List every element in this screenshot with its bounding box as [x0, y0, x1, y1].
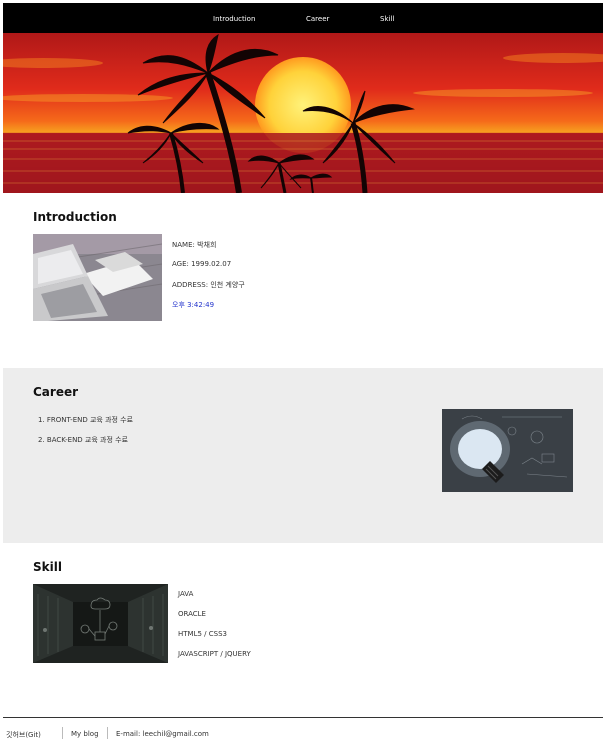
nav-career-link[interactable]: Career	[306, 15, 329, 23]
server-room-photo	[33, 584, 168, 663]
footer-divider	[3, 717, 603, 718]
career-item-label: BACK-END 교육 과정 수료	[46, 436, 129, 444]
skill-item: HTML5 / CSS3	[178, 630, 227, 638]
intro-address: ADDRESS: 인천 계양구	[172, 281, 245, 289]
nav-skill-link[interactable]: Skill	[380, 15, 394, 23]
career-section: Career 1. FRONT-END 교육 과정 수료 2. BACK-END…	[3, 368, 603, 543]
skill-item: ORACLE	[178, 610, 206, 618]
introduction-heading: Introduction	[33, 210, 117, 224]
lightbulb-photo	[442, 409, 573, 492]
intro-age: AGE: 1999.02.07	[172, 260, 232, 268]
laptop-photo	[33, 234, 162, 321]
intro-name: NAME: 박채희	[172, 241, 217, 249]
career-item-label: FRONT-END 교육 과정 수료	[46, 416, 134, 424]
footer-git-link[interactable]: 깃허브(Git)	[6, 730, 41, 740]
hero-sunset-image	[3, 33, 603, 193]
skill-heading: Skill	[33, 560, 62, 574]
career-heading: Career	[33, 385, 79, 399]
skill-item: JAVASCRIPT / JQUERY	[178, 650, 251, 658]
footer-blog-link[interactable]: My blog	[71, 730, 99, 738]
footer-separator	[62, 727, 63, 739]
intro-current-time: 오후 3:42:49	[172, 301, 215, 309]
footer-email[interactable]: E-mail: leechil@gmail.com	[116, 730, 209, 738]
introduction-section: Introduction NAME: 박채희 AGE: 1999.02.07 A…	[3, 193, 603, 368]
page: Introduction Career Skill Introduction N…	[3, 3, 603, 718]
career-item: 2. BACK-END 교육 과정 수료	[38, 436, 129, 444]
career-item: 1. FRONT-END 교육 과정 수료	[38, 416, 134, 424]
top-nav: Introduction Career Skill	[3, 3, 603, 33]
footer-separator	[107, 727, 108, 739]
skill-section: Skill JAVA ORACLE HTML5 / CSS3 JAVASCRIP…	[3, 543, 603, 718]
skill-item: JAVA	[178, 590, 194, 598]
nav-introduction-link[interactable]: Introduction	[213, 15, 255, 23]
